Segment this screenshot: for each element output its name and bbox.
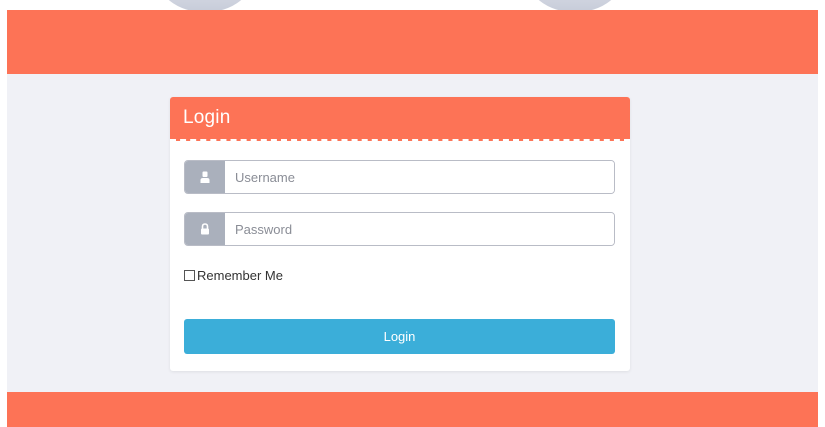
lock-icon [185, 213, 225, 245]
login-title: Login [183, 107, 231, 128]
login-card-header: Login [170, 97, 630, 141]
header-band [7, 10, 818, 74]
remember-me-label: Remember Me [197, 268, 283, 283]
top-strip [0, 0, 825, 12]
login-card: Login Remember Me Login [170, 97, 630, 371]
password-input[interactable] [225, 213, 614, 245]
remember-me[interactable]: Remember Me [184, 268, 283, 283]
user-icon [185, 161, 225, 193]
username-input-group [184, 160, 615, 194]
password-input-group [184, 212, 615, 246]
username-input[interactable] [225, 161, 614, 193]
remember-me-checkbox[interactable] [184, 270, 195, 281]
footer-band [7, 392, 818, 427]
login-button[interactable]: Login [184, 319, 615, 354]
